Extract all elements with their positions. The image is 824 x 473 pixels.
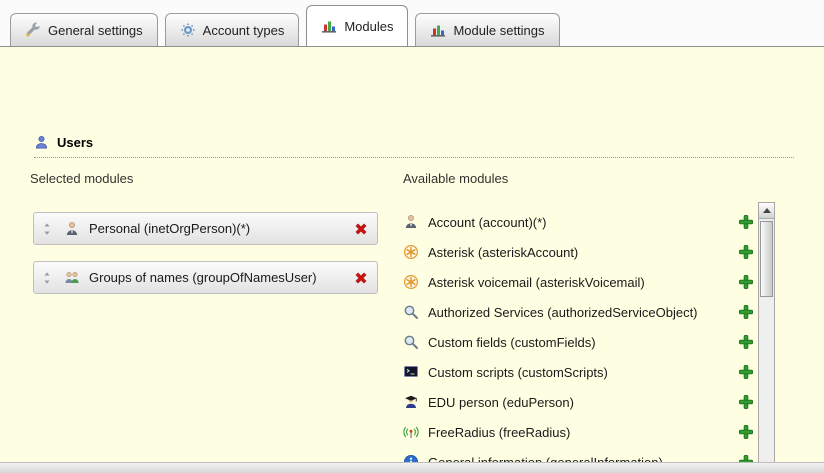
tab-module-settings[interactable]: Module settings xyxy=(415,13,559,46)
bottom-strip xyxy=(0,462,824,473)
remove-module-button[interactable] xyxy=(353,221,369,237)
available-module-row: FreeRadius (freeRadius) xyxy=(403,417,754,447)
add-module-button[interactable] xyxy=(738,214,754,230)
add-module-button[interactable] xyxy=(738,364,754,380)
edu-person-icon xyxy=(403,394,419,410)
selected-module-row: Groups of names (groupOfNamesUser) xyxy=(33,261,378,294)
lam-configuration-page: General settings Account types Modules M… xyxy=(0,0,824,473)
drag-handle-icon[interactable] xyxy=(40,222,54,236)
available-module-row: Custom scripts (customScripts) xyxy=(403,357,754,387)
section-title: Users xyxy=(57,135,93,150)
module-label: FreeRadius (freeRadius) xyxy=(428,425,738,440)
available-module-row: Custom fields (customFields) xyxy=(403,327,754,357)
magnifier-icon xyxy=(403,304,419,320)
arrow-up-icon xyxy=(763,208,771,213)
tab-label: General settings xyxy=(48,23,143,38)
user-icon xyxy=(34,135,49,150)
group-icon xyxy=(64,270,80,286)
add-module-button[interactable] xyxy=(738,244,754,260)
tab-account-types[interactable]: Account types xyxy=(165,13,300,46)
remove-module-button[interactable] xyxy=(353,270,369,286)
users-section-heading: Users xyxy=(34,135,93,150)
tab-bar: General settings Account types Modules M… xyxy=(10,6,560,47)
chart-icon xyxy=(430,22,446,38)
modules-panel: Users Selected modules Available modules… xyxy=(0,47,824,462)
module-label: Account (account)(*) xyxy=(428,215,738,230)
antenna-icon xyxy=(403,424,419,440)
module-label: Custom scripts (customScripts) xyxy=(428,365,738,380)
add-module-button[interactable] xyxy=(738,334,754,350)
asterisk-icon xyxy=(403,274,419,290)
tab-general-settings[interactable]: General settings xyxy=(10,13,158,46)
add-module-button[interactable] xyxy=(738,274,754,290)
module-label: Asterisk (asteriskAccount) xyxy=(428,245,738,260)
available-modules-list: Account (account)(*) Asterisk (asteriskA… xyxy=(403,207,754,473)
tools-icon xyxy=(25,22,41,38)
add-module-button[interactable] xyxy=(738,304,754,320)
add-module-button[interactable] xyxy=(738,394,754,410)
gear-icon xyxy=(180,22,196,38)
available-module-row: Asterisk (asteriskAccount) xyxy=(403,237,754,267)
asterisk-icon xyxy=(403,244,419,260)
available-module-row: Asterisk voicemail (asteriskVoicemail) xyxy=(403,267,754,297)
available-modules-heading: Available modules xyxy=(403,171,508,186)
available-module-row: Authorized Services (authorizedServiceOb… xyxy=(403,297,754,327)
terminal-icon xyxy=(403,364,419,380)
drag-handle-icon[interactable] xyxy=(40,271,54,285)
tab-label: Module settings xyxy=(453,23,544,38)
module-label: Custom fields (customFields) xyxy=(428,335,738,350)
available-module-row: EDU person (eduPerson) xyxy=(403,387,754,417)
tab-modules[interactable]: Modules xyxy=(306,5,408,46)
available-modules-scrollbar[interactable] xyxy=(758,202,775,473)
selected-modules-heading: Selected modules xyxy=(30,171,133,186)
scroll-up-button[interactable] xyxy=(759,203,774,219)
add-module-button[interactable] xyxy=(738,424,754,440)
magnifier-icon xyxy=(403,334,419,350)
module-label: Personal (inetOrgPerson)(*) xyxy=(89,221,353,236)
scrollbar-thumb[interactable] xyxy=(760,221,773,297)
selected-modules-list: Personal (inetOrgPerson)(*) Groups of na… xyxy=(33,212,378,310)
module-label: Authorized Services (authorizedServiceOb… xyxy=(428,305,738,320)
module-label: Groups of names (groupOfNamesUser) xyxy=(89,270,353,285)
tab-label: Account types xyxy=(203,23,285,38)
section-divider xyxy=(34,157,794,158)
module-label: Asterisk voicemail (asteriskVoicemail) xyxy=(428,275,738,290)
chart-icon xyxy=(321,18,337,34)
person-icon xyxy=(64,221,80,237)
person-icon xyxy=(403,214,419,230)
selected-module-row: Personal (inetOrgPerson)(*) xyxy=(33,212,378,245)
module-label: EDU person (eduPerson) xyxy=(428,395,738,410)
tab-label: Modules xyxy=(344,19,393,34)
available-module-row: Account (account)(*) xyxy=(403,207,754,237)
